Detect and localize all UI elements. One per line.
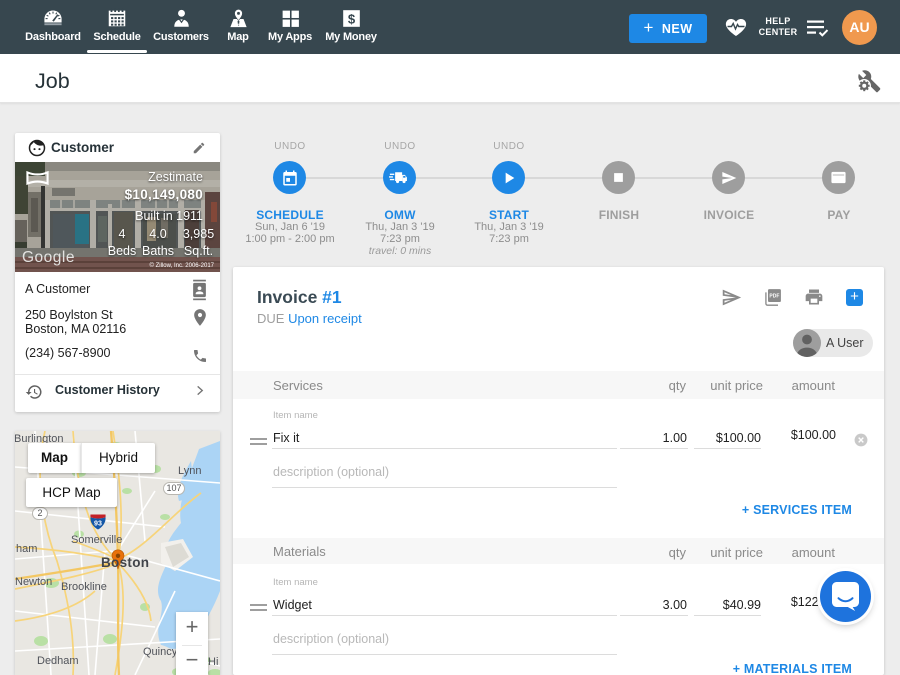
svg-text:$: $ bbox=[347, 11, 355, 26]
svg-text:PDF: PDF bbox=[769, 294, 779, 300]
svg-text:93: 93 bbox=[94, 520, 102, 528]
